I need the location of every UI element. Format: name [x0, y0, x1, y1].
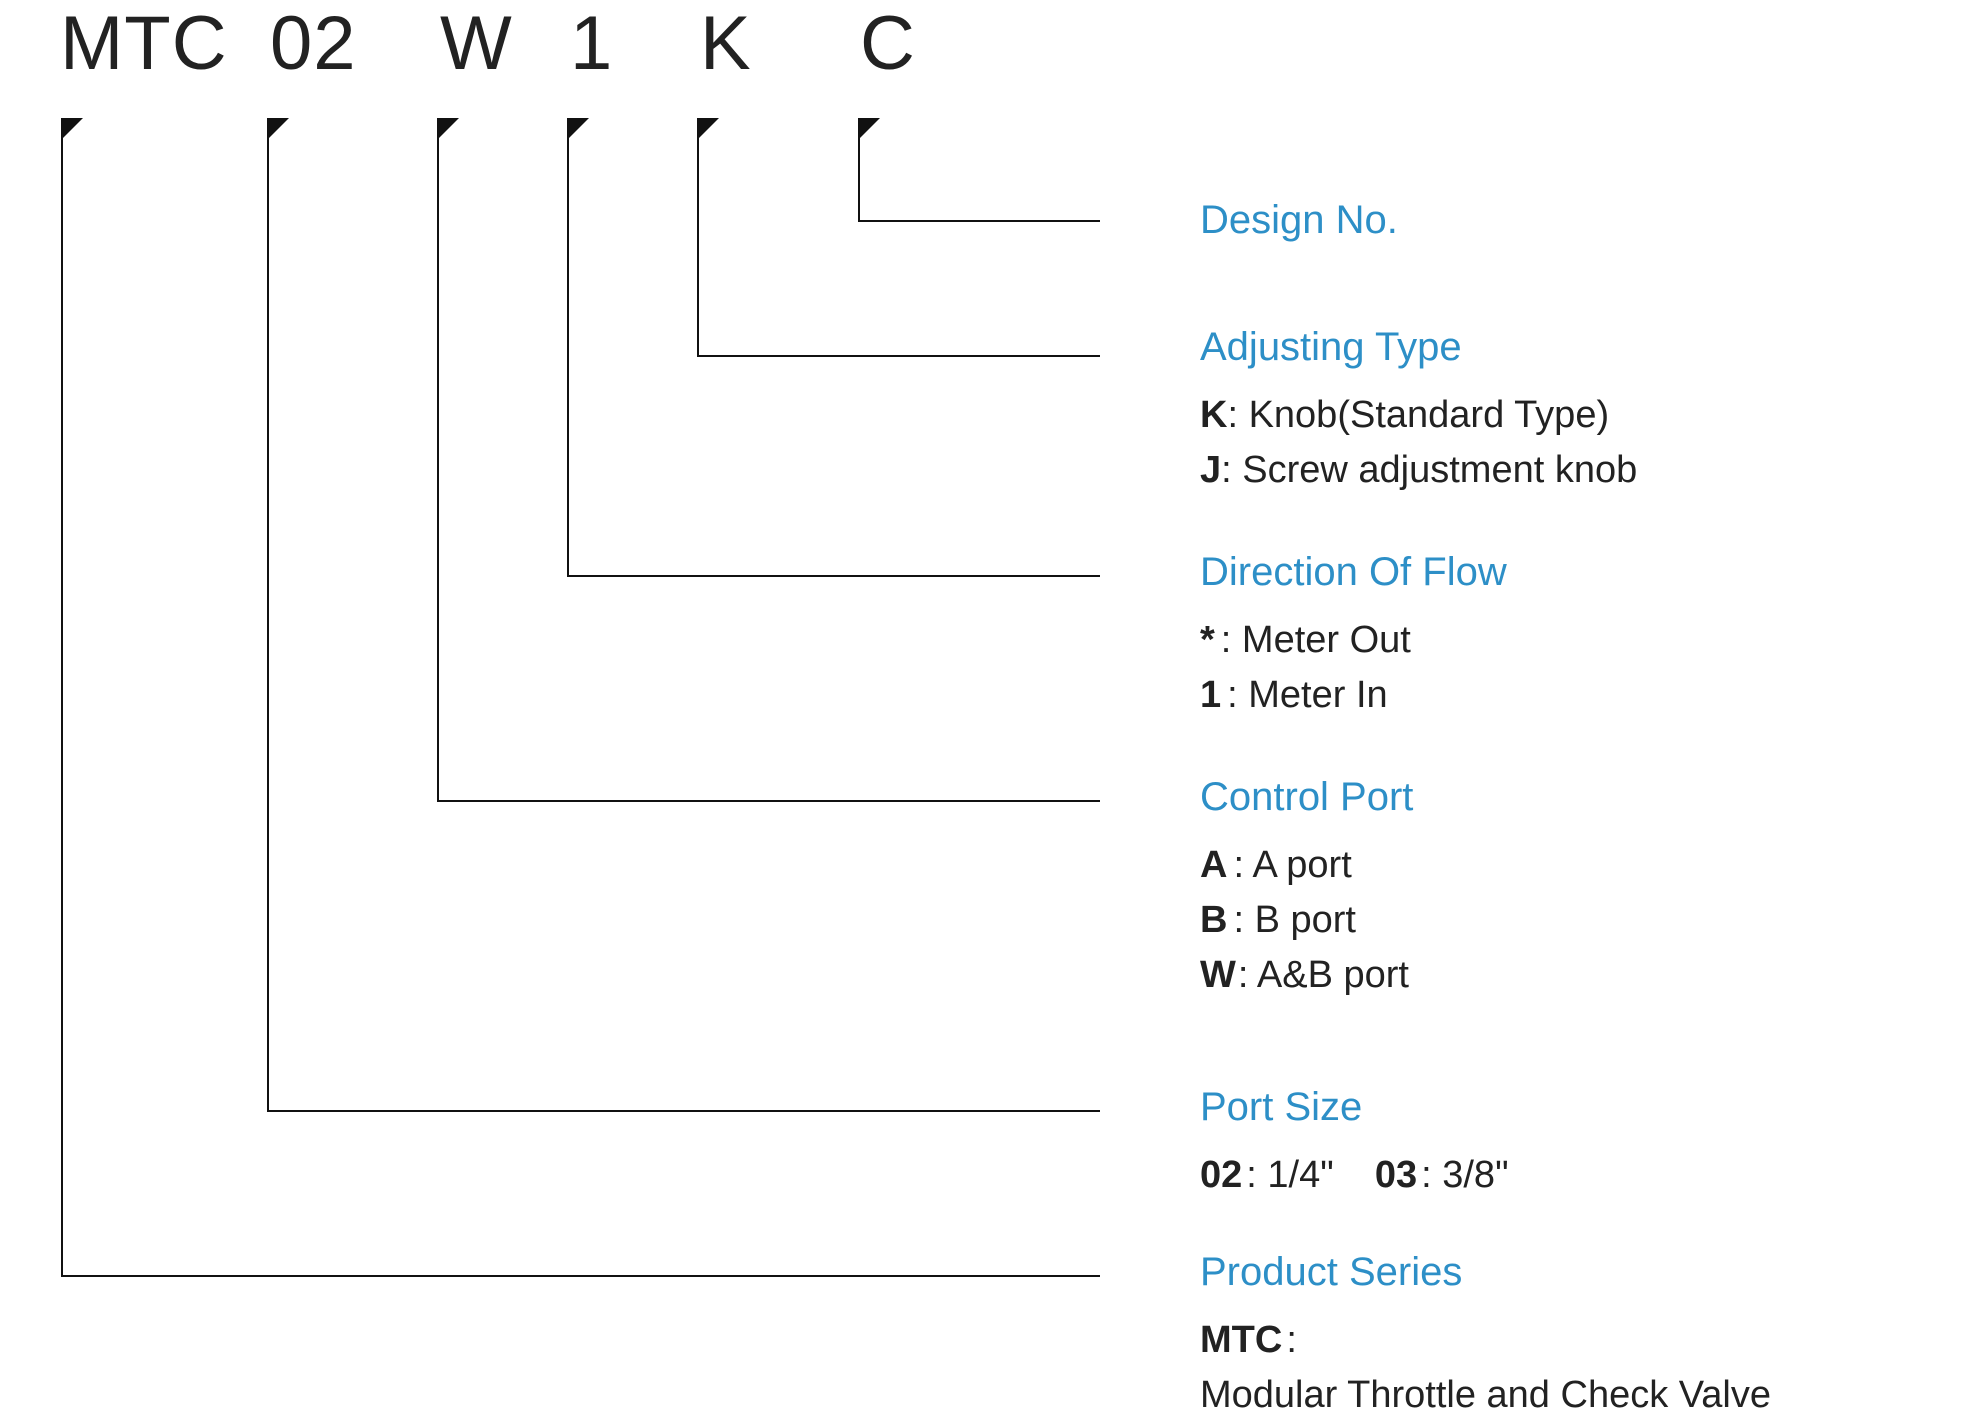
ordering-code-diagram: MTC 02 W 1 K C Design No. Adjusting Type…: [0, 0, 1976, 1387]
option-key-03: 03: [1375, 1154, 1417, 1196]
heading-control-port: Control Port: [1200, 775, 1976, 820]
option-key: W: [1200, 954, 1236, 996]
option-val: :: [1286, 1319, 1297, 1361]
option-key-02: 02: [1200, 1154, 1242, 1196]
code-part-product-series: MTC: [60, 0, 228, 87]
option-key: K: [1200, 394, 1227, 436]
heading-port-size: Port Size: [1200, 1085, 1976, 1130]
product-series-desc: Modular Throttle and Check Valve: [1200, 1368, 1976, 1423]
bracket-product-series: [61, 120, 1100, 1277]
option-key: A: [1200, 844, 1227, 886]
option-val-03: : 3/8": [1421, 1154, 1508, 1196]
code-part-adjusting: K: [700, 0, 752, 87]
code-part-port-size: 02: [270, 0, 357, 87]
heading-product-series: Product Series: [1200, 1250, 1976, 1295]
option-key: *: [1200, 619, 1215, 661]
option-a: A: A port: [1200, 838, 1976, 893]
option-port-size: 02: 1/4" 03: 3/8": [1200, 1148, 1976, 1203]
option-val: : Knob(Standard Type): [1227, 394, 1609, 436]
option-val: : Meter Out: [1221, 619, 1411, 661]
option-key: J: [1200, 449, 1221, 491]
option-j: J: Screw adjustment knob: [1200, 443, 1976, 498]
option-1: 1: Meter In: [1200, 668, 1976, 723]
code-part-design-no: C: [860, 0, 916, 87]
heading-direction: Direction Of Flow: [1200, 550, 1976, 595]
section-port-size: Port Size 02: 1/4" 03: 3/8": [1200, 1085, 1976, 1203]
heading-adjusting-type: Adjusting Type: [1200, 325, 1976, 370]
option-val: : A&B port: [1238, 954, 1409, 996]
option-mtc: MTC:: [1200, 1313, 1976, 1368]
option-val: : B port: [1233, 899, 1356, 941]
section-design-no: Design No.: [1200, 198, 1976, 243]
bracket-corner: [61, 118, 83, 140]
option-w: W: A&B port: [1200, 948, 1976, 1003]
section-product-series: Product Series MTC: Modular Throttle and…: [1200, 1250, 1976, 1423]
option-key: MTC: [1200, 1319, 1282, 1361]
option-val: : Screw adjustment knob: [1221, 449, 1637, 491]
option-val: : Meter In: [1227, 674, 1388, 716]
option-b: B: B port: [1200, 893, 1976, 948]
option-k: K: Knob(Standard Type): [1200, 388, 1976, 443]
section-adjusting-type: Adjusting Type K: Knob(Standard Type) J:…: [1200, 325, 1976, 498]
code-part-direction: 1: [570, 0, 613, 87]
section-direction: Direction Of Flow *: Meter Out 1: Meter …: [1200, 550, 1976, 723]
option-key: 1: [1200, 674, 1221, 716]
option-key: B: [1200, 899, 1227, 941]
option-val-02: : 1/4": [1246, 1154, 1333, 1196]
option-star: *: Meter Out: [1200, 613, 1976, 668]
code-part-control-port: W: [440, 0, 513, 87]
section-control-port: Control Port A: A port B: B port W: A&B …: [1200, 775, 1976, 1003]
option-val: : A port: [1233, 844, 1351, 886]
heading-design-no: Design No.: [1200, 198, 1976, 243]
